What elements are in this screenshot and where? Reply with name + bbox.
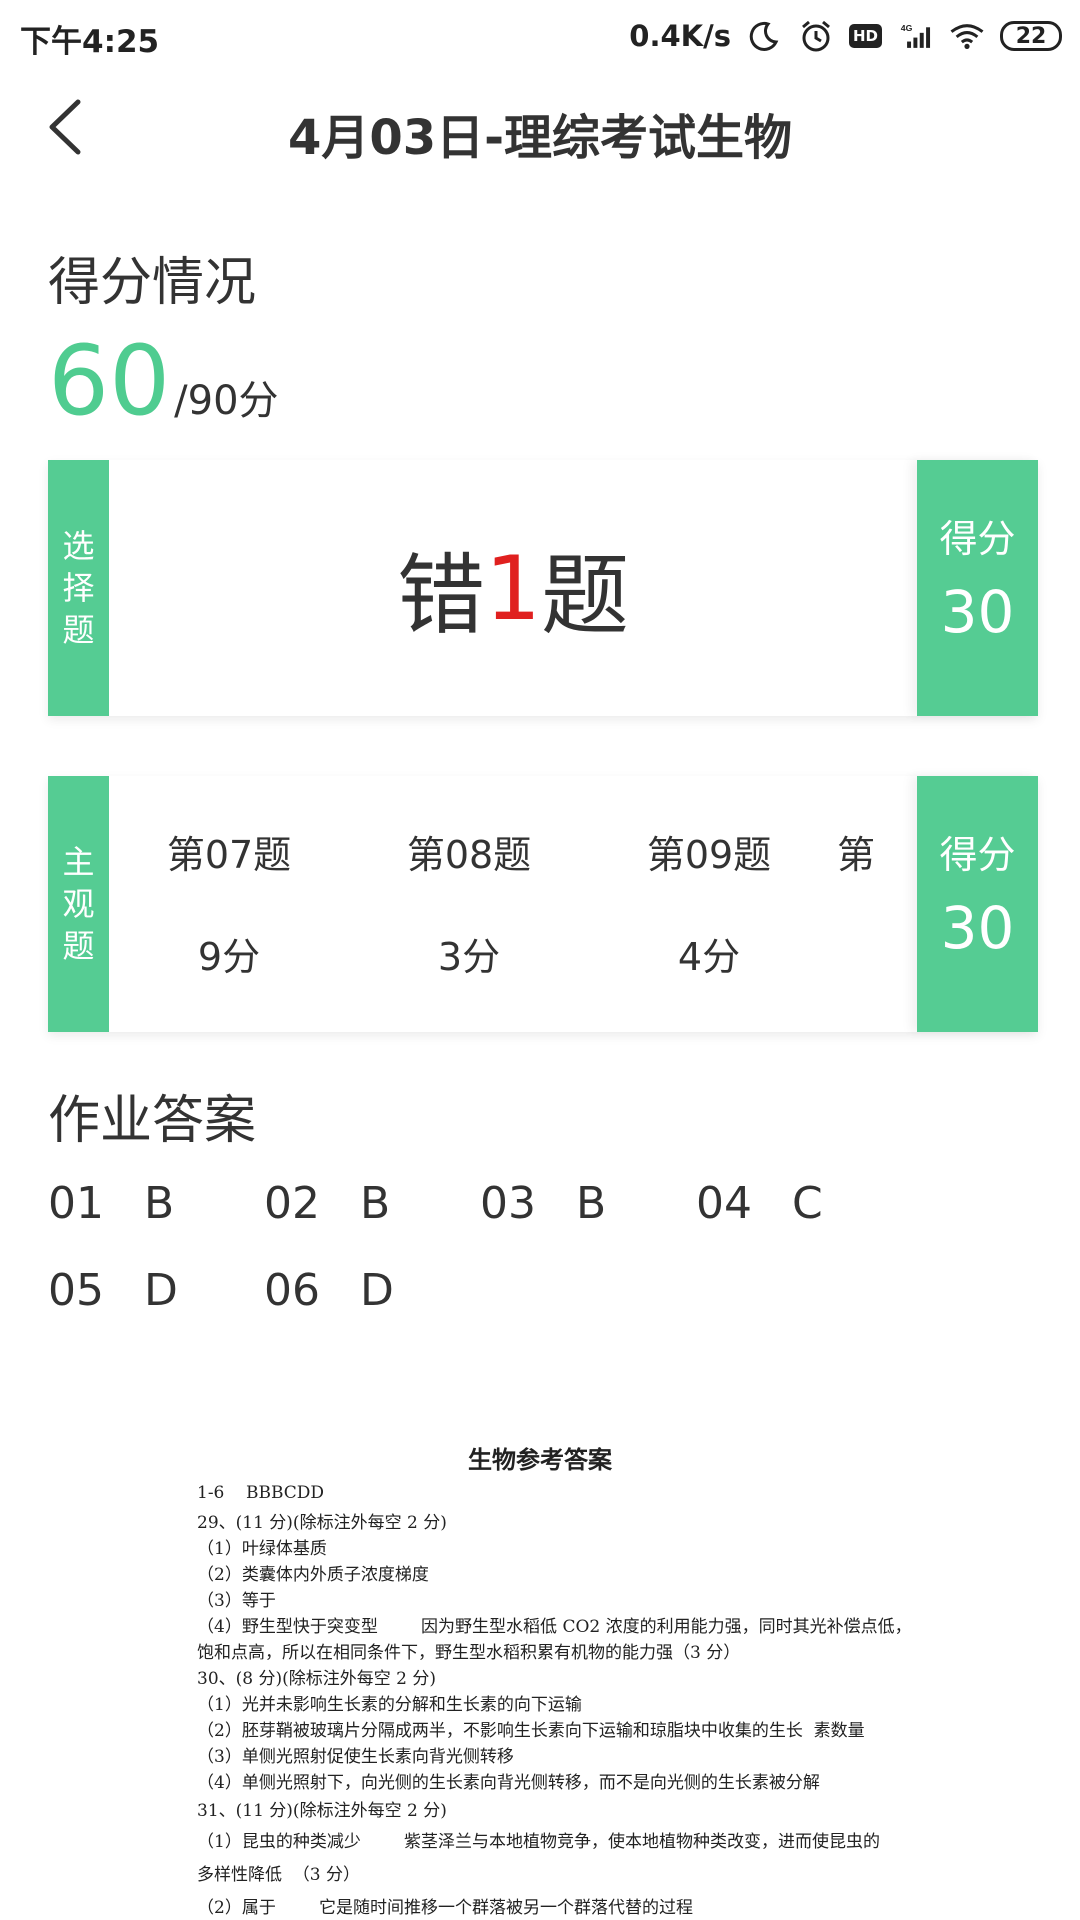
choice-card-label: 选 择 题 (48, 460, 109, 716)
choice-questions-card[interactable]: 选 择 题 错1题 得分 30 (48, 460, 1038, 716)
doc-line: 多样性降低 （3 分） (197, 1865, 361, 1885)
answer-document-image[interactable]: 生物参考答案 1-6 BBBCDD 29、(11 分)(除标注外每空 2 分) … (0, 1340, 1080, 1920)
status-icons: 0.4K/s HD 4G 22 (629, 14, 1062, 58)
label-char: 主 (62, 843, 95, 881)
doc-line: （2）类囊体内外质子浓度梯度 (197, 1565, 429, 1585)
answer-item: 05 D (48, 1265, 178, 1316)
answer-item: 01 B (48, 1178, 175, 1229)
answer-item: 03 B (480, 1178, 607, 1229)
answer-item: 02 B (264, 1178, 391, 1229)
doc-line: （4）单侧光照射下，向光侧的生长素向背光侧转移，而不是向光侧的生长素被分解 (197, 1773, 820, 1793)
signal-icon: 4G (896, 17, 934, 55)
choice-score-panel: 得分 30 (917, 460, 1038, 716)
question-score: 3分 (437, 935, 501, 979)
status-bar: 下午4:25 0.4K/s HD 4G 22 (0, 0, 1080, 72)
doc-line: （3）等于 (197, 1591, 276, 1611)
label-char: 择 (62, 569, 95, 607)
page-title: 4月03日-理综考试生物 (287, 110, 793, 166)
subjective-scroll-list[interactable]: 第07题 9分 第08题 3分 第09题 4分 第 (109, 776, 917, 1032)
score-summary: 60/90分 (48, 325, 279, 437)
answer-item: 06 D (264, 1265, 394, 1316)
doc-line: 29、(11 分)(除标注外每空 2 分) (197, 1513, 447, 1533)
doc-line: 31、(11 分)(除标注外每空 2 分) (197, 1801, 447, 1821)
score-label: 得分 (939, 833, 1016, 877)
doc-line: （1）叶绿体基质 (197, 1539, 327, 1559)
question-number: 第09题 (646, 833, 772, 877)
question-score: 4分 (677, 935, 741, 979)
doc-line: （4）野生型快于突变型 因为野生型水稻低 CO2 浓度的利用能力强，同时其光补偿… (197, 1617, 912, 1637)
label-char: 题 (62, 927, 95, 965)
doc-title: 生物参考答案 (468, 1445, 612, 1474)
svg-text:4G: 4G (901, 23, 913, 33)
label-char: 观 (62, 885, 95, 923)
battery-icon: 22 (1000, 21, 1062, 51)
score-label: 得分 (939, 517, 1016, 561)
answer-item: 04 C (696, 1178, 823, 1229)
question-number: 第08题 (406, 833, 532, 877)
wrong-count-text: 错1题 (109, 460, 917, 716)
score-total: /90分 (174, 378, 279, 424)
subjective-questions-card: 主 观 题 第07题 9分 第08题 3分 第09题 4分 第 得分 30 (48, 776, 1038, 1032)
subjective-score-panel: 得分 30 (917, 776, 1038, 1032)
score-section-title: 得分情况 (48, 253, 257, 313)
question-number: 第07题 (166, 833, 292, 877)
moon-icon (745, 17, 783, 55)
doc-line: 1-6 BBBCDD (197, 1483, 325, 1503)
top-bar: 4月03日-理综考试生物 (0, 72, 1080, 182)
score-value: 60 (48, 325, 171, 437)
label-char: 题 (62, 611, 95, 649)
answers-section-title: 作业答案 (48, 1091, 257, 1151)
network-speed: 0.4K/s (629, 19, 731, 53)
label-char: 选 (62, 527, 95, 565)
wrong-suffix: 题 (541, 543, 630, 647)
status-time: 下午4:25 (20, 24, 160, 60)
doc-line: （1）昆虫的种类减少 紫茎泽兰与本地植物竞争，使本地植物种类改变，进而使昆虫的 (197, 1832, 881, 1852)
alarm-icon (797, 17, 835, 55)
doc-line: 饱和点高，所以在相同条件下，野生型水稻积累有机物的能力强（3 分） (197, 1643, 741, 1663)
wrong-prefix: 错 (396, 543, 485, 647)
wrong-count: 1 (485, 536, 541, 640)
question-number: 第 (837, 833, 876, 877)
doc-line: 30、(8 分)(除标注外每空 2 分) (197, 1669, 437, 1689)
hd-icon: HD (848, 24, 882, 48)
wifi-icon (948, 17, 986, 55)
subjective-card-label: 主 观 题 (48, 776, 109, 1032)
doc-line: （1）光并未影响生长素的分解和生长素的向下运输 (197, 1695, 582, 1715)
subjective-score-value: 30 (940, 894, 1015, 962)
doc-line: （3）单侧光照射促使生长素向背光侧转移 (197, 1747, 514, 1767)
doc-line: （2）胚芽鞘被玻璃片分隔成两半，不影响生长素向下运输和琼脂块中收集的生长 素数量 (197, 1721, 865, 1741)
doc-line: （2）属于 它是随时间推移一个群落被另一个群落代替的过程 (197, 1898, 694, 1918)
question-score: 9分 (197, 935, 261, 979)
choice-score-value: 30 (940, 578, 1015, 646)
